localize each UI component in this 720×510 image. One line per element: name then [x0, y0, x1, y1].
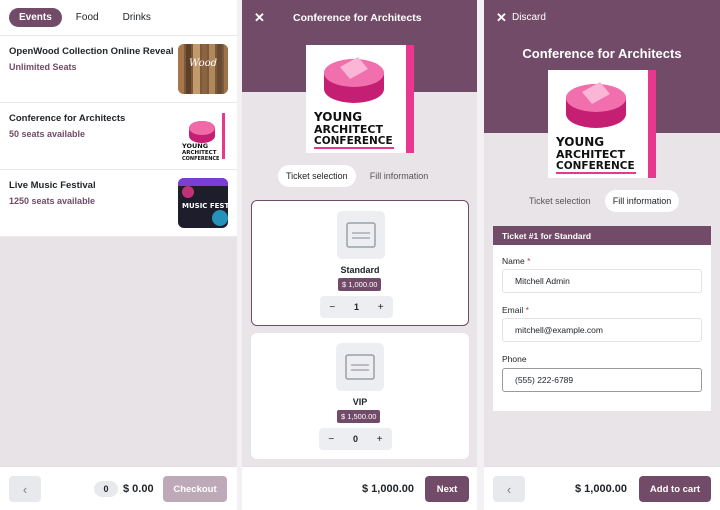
back-button[interactable]: ‹	[9, 476, 41, 502]
tab-events[interactable]: Events	[9, 8, 62, 27]
selection-footer: $ 1,000.00 Next	[242, 466, 477, 510]
ticket-card-standard[interactable]: Standard $ 1,000.00 − 1 +	[251, 200, 469, 326]
tab-food[interactable]: Food	[66, 8, 109, 27]
order-total: $ 1,000.00	[575, 483, 627, 495]
step-tabs: Ticket selection Fill information	[278, 165, 436, 187]
add-to-cart-button[interactable]: Add to cart	[639, 476, 711, 502]
ticket-price-badge: $ 1,000.00	[338, 278, 382, 291]
minus-button[interactable]: −	[329, 302, 335, 313]
ticket-price-badge: $ 1,500.00	[337, 410, 381, 423]
close-icon[interactable]: ✕	[496, 10, 507, 26]
tab-ticket-selection[interactable]: Ticket selection	[278, 165, 356, 187]
screen-divider	[477, 0, 484, 510]
cart-total: $ 0.00	[123, 483, 154, 495]
close-icon[interactable]: ✕	[254, 10, 265, 26]
email-label: Email *	[502, 305, 529, 315]
event-list-screen: Events Food Drinks OpenWood Collection O…	[0, 0, 237, 510]
quantity-stepper: − 0 +	[319, 428, 392, 450]
page-title: Conference for Architects	[293, 12, 422, 24]
order-total: $ 1,000.00	[362, 483, 414, 495]
event-poster: YOUNG ARCHITECT CONFERENCE	[306, 45, 414, 153]
phone-field[interactable]: (555) 222-6789	[502, 368, 702, 392]
ticket-icon	[336, 343, 384, 391]
form-footer: ‹ $ 1,000.00 Add to cart	[484, 466, 720, 510]
quantity-value: 0	[352, 434, 358, 444]
event-item-music[interactable]: Live Music Festival 1250 seats available…	[0, 170, 237, 237]
tab-fill-information[interactable]: Fill information	[604, 190, 680, 212]
page-title: Conference for Architects	[522, 46, 682, 61]
phone-label: Phone	[502, 354, 527, 364]
svg-text:MUSIC FEST: MUSIC FEST	[182, 202, 228, 210]
checkout-button[interactable]: Checkout	[163, 476, 227, 502]
svg-text:YOUNG: YOUNG	[181, 142, 208, 150]
step-tabs: Ticket selection Fill information	[521, 190, 680, 212]
ticket-name: VIP	[352, 397, 368, 407]
svg-text:CONFERENCE: CONFERENCE	[314, 135, 393, 147]
event-thumbnail-music: MUSIC FEST	[178, 178, 228, 228]
svg-text:Wood: Wood	[189, 58, 217, 69]
tab-ticket-selection[interactable]: Ticket selection	[521, 190, 599, 212]
quantity-value: 1	[353, 302, 359, 312]
svg-text:CONFERENCE: CONFERENCE	[182, 156, 220, 161]
back-button[interactable]: ‹	[493, 476, 525, 502]
event-poster: YOUNG ARCHITECT CONFERENCE	[548, 70, 656, 178]
email-field[interactable]: mitchell@example.com	[502, 318, 702, 342]
cart-count-badge: 0	[94, 481, 118, 497]
tab-fill-information[interactable]: Fill information	[362, 165, 437, 187]
name-label: Name *	[502, 256, 531, 266]
ticket-selection-screen: ✕ Conference for Architects YOUNG ARCHIT…	[242, 0, 477, 510]
ticket-icon	[337, 211, 385, 259]
event-thumbnail-wood: Wood	[178, 44, 228, 94]
svg-text:YOUNG: YOUNG	[313, 110, 362, 124]
ticket-card-vip[interactable]: VIP $ 1,500.00 − 0 +	[251, 333, 469, 459]
attendee-form: Ticket #1 for Standard Name * Mitchell A…	[493, 226, 711, 411]
minus-button[interactable]: −	[328, 434, 334, 445]
chevron-left-icon: ‹	[22, 481, 28, 497]
next-button[interactable]: Next	[425, 476, 469, 502]
tab-drinks[interactable]: Drinks	[113, 8, 161, 27]
plus-button[interactable]: +	[378, 302, 384, 313]
form-heading: Ticket #1 for Standard	[493, 226, 711, 245]
discard-button[interactable]: Discard	[512, 12, 546, 23]
event-thumbnail-architects: YOUNG ARCHITECT CONFERENCE	[178, 111, 228, 161]
fill-information-screen: ✕ Discard Conference for Architects YOUN…	[484, 0, 720, 510]
plus-button[interactable]: +	[377, 434, 383, 445]
chevron-left-icon: ‹	[506, 481, 512, 497]
quantity-stepper: − 1 +	[320, 296, 393, 318]
list-footer: ‹ 0 $ 0.00 Checkout	[0, 466, 237, 510]
svg-text:CONFERENCE: CONFERENCE	[556, 160, 635, 172]
ticket-name: Standard	[340, 265, 380, 275]
name-field[interactable]: Mitchell Admin	[502, 269, 702, 293]
category-tabs: Events Food Drinks	[0, 0, 237, 36]
event-item-openwood[interactable]: OpenWood Collection Online Reveal Unlimi…	[0, 36, 237, 103]
svg-text:YOUNG: YOUNG	[555, 135, 604, 149]
event-item-architects[interactable]: Conference for Architects 50 seats avail…	[0, 103, 237, 170]
